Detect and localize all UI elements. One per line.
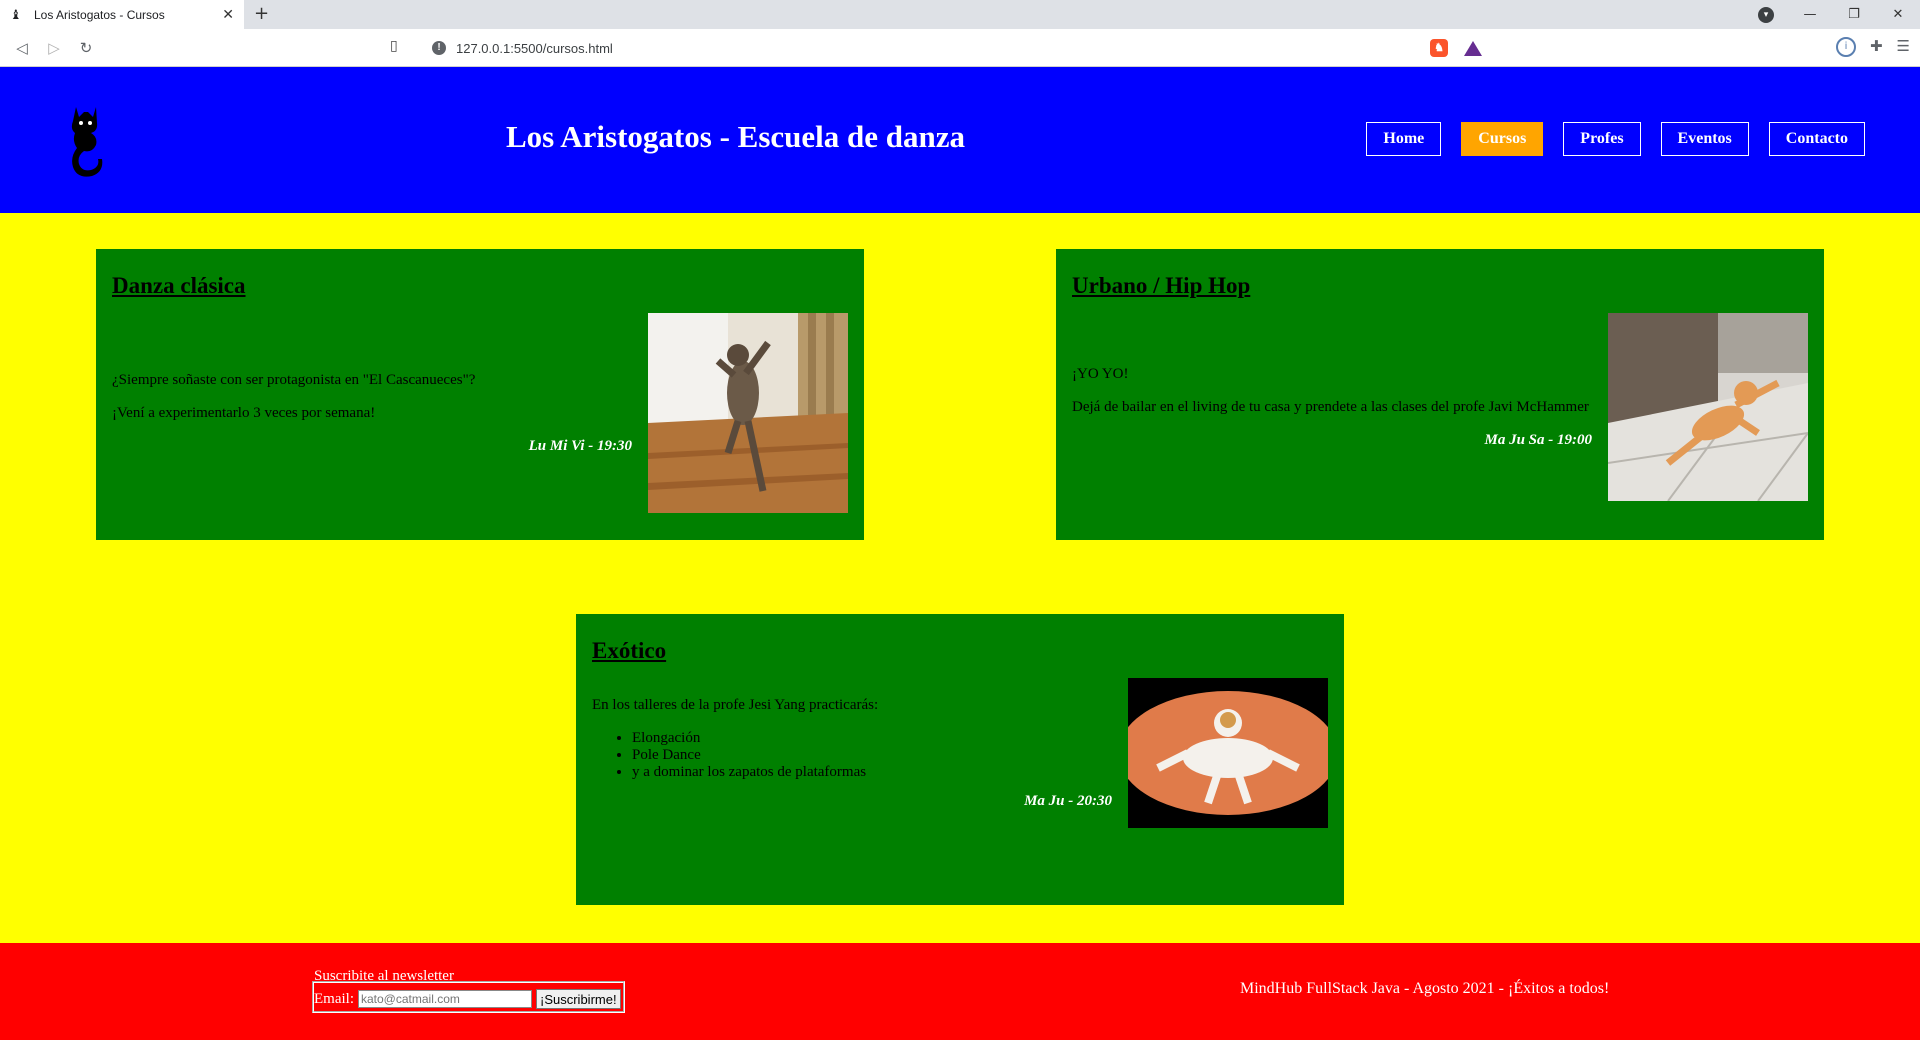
brave-rewards-icon[interactable] <box>1464 40 1482 56</box>
nav-contacto[interactable]: Contacto <box>1768 122 1865 156</box>
course-description: ¡Vení a experimentarlo 3 veces por seman… <box>112 404 376 421</box>
minimize-icon[interactable]: — <box>1788 7 1832 22</box>
restore-icon[interactable]: ❐ <box>1832 7 1876 22</box>
nav-eventos[interactable]: Eventos <box>1660 122 1749 156</box>
extensions-puzzle-icon[interactable]: ✚ <box>1870 37 1883 57</box>
course-description: ¿Siempre soñaste con ser protagonista en… <box>112 371 476 388</box>
cat-logo-icon <box>71 107 103 177</box>
menu-icon[interactable]: ☰ <box>1897 37 1910 57</box>
course-card-exotico: Exótico En los talleres de la profe Jesi… <box>576 614 1344 905</box>
course-schedule: Ma Ju Sa - 19:00 <box>1484 431 1592 448</box>
course-title: Exótico <box>592 638 667 663</box>
close-tab-icon[interactable]: ✕ <box>222 6 234 23</box>
window-controls: ▾ — ❐ ✕ <box>1758 0 1920 29</box>
nav-cursos[interactable]: Cursos <box>1461 122 1544 156</box>
page-title: Los Aristogatos - Escuela de danza <box>506 119 965 154</box>
course-schedule: Lu Mi Vi - 19:30 <box>528 437 632 454</box>
extension-icon[interactable]: i <box>1835 37 1856 57</box>
tab-title: Los Aristogatos - Cursos <box>34 7 165 22</box>
footer-credits: MindHub FullStack Java - Agosto 2021 - ¡… <box>1240 980 1610 997</box>
email-label: Email: <box>314 990 354 1007</box>
browser-tab-bar: ♝ Los Aristogatos - Cursos ✕ + ▾ — ❐ ✕ <box>0 0 1920 29</box>
course-description: Dejá de bailar en el living de tu casa y… <box>1072 398 1589 415</box>
nav-home[interactable]: Home <box>1366 122 1442 156</box>
nav-profes[interactable]: Profes <box>1563 122 1641 156</box>
course-title: Urbano / Hip Hop <box>1072 273 1251 298</box>
cat-favicon-icon: ♝ <box>10 6 22 22</box>
browser-tab[interactable]: ♝ Los Aristogatos - Cursos ✕ <box>0 0 244 29</box>
course-card-urbano-hip-hop: Urbano / Hip Hop ¡YO YO! Dejá de bailar … <box>1056 249 1824 540</box>
cat-hip-hop-photo <box>1608 313 1808 501</box>
list-item: Elongación <box>632 730 1112 747</box>
main-nav: Home Cursos Profes Eventos Contacto <box>1366 122 1865 156</box>
newsletter-legend: Suscribite al newsletter <box>314 968 454 984</box>
course-card-danza-clasica: Danza clásica ¿Siempre soñaste con ser p… <box>96 249 864 540</box>
cat-dancing-photo <box>648 313 848 513</box>
site-footer: Suscribite al newsletter Email: ¡Suscrib… <box>0 943 1920 1040</box>
course-schedule: Ma Ju - 20:30 <box>1024 792 1112 809</box>
course-description: ¡YO YO! <box>1072 365 1129 382</box>
site-header: Los Aristogatos - Escuela de danza Home … <box>0 67 1920 213</box>
url-text[interactable]: 127.0.0.1:5500/cursos.html <box>456 41 1430 56</box>
toolbar-actions: i ✚ ☰ <box>1835 37 1910 57</box>
forward-icon[interactable]: ▷ <box>38 39 70 57</box>
course-list: Elongación Pole Dance y a dominar los za… <box>632 730 1112 781</box>
newsletter-form: Suscribite al newsletter Email: ¡Suscrib… <box>312 968 625 1013</box>
address-bar[interactable]: ! 127.0.0.1:5500/cursos.html ♞ <box>420 34 1500 62</box>
course-description: En los talleres de la profe Jesi Yang pr… <box>592 696 879 713</box>
list-item: y a dominar los zapatos de plataformas <box>632 764 1112 781</box>
email-field[interactable] <box>358 990 532 1008</box>
tab-search-icon[interactable]: ▾ <box>1758 6 1774 23</box>
back-icon[interactable]: ◁ <box>6 39 38 57</box>
subscribe-button[interactable]: ¡Suscribirme! <box>536 989 621 1009</box>
close-window-icon[interactable]: ✕ <box>1876 7 1920 22</box>
site-info-icon[interactable]: ! <box>432 41 446 55</box>
brave-shields-icon[interactable]: ♞ <box>1430 39 1448 57</box>
browser-toolbar: ◁ ▷ ↻ ▯ ! 127.0.0.1:5500/cursos.html ♞ i… <box>0 29 1920 67</box>
reload-icon[interactable]: ↻ <box>70 39 102 57</box>
list-item: Pole Dance <box>632 747 1112 764</box>
bookmark-icon[interactable]: ▯ <box>390 38 398 54</box>
cat-exotic-photo <box>1128 678 1328 828</box>
course-title: Danza clásica <box>112 273 246 298</box>
new-tab-icon[interactable]: + <box>254 3 269 24</box>
